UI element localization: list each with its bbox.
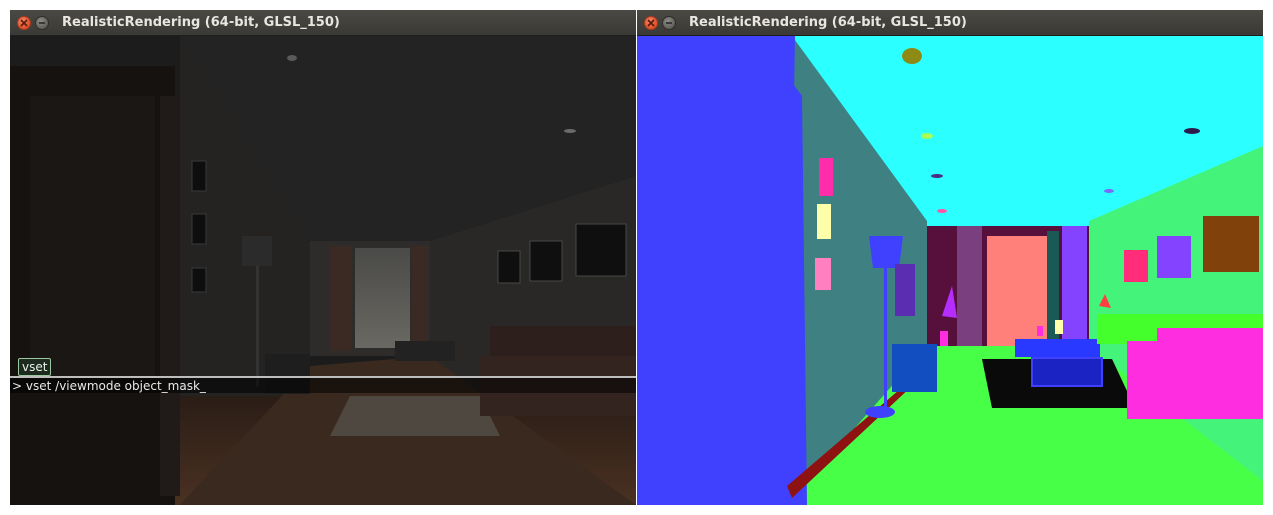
window-title: RealisticRendering (64-bit, GLSL_150) <box>62 15 340 30</box>
minimize-icon[interactable] <box>662 16 676 30</box>
autocomplete-suggestion[interactable]: vset <box>18 358 52 376</box>
console-command: vset /viewmode object_mask_ <box>25 379 206 393</box>
left-game-window[interactable]: RealisticRendering (64-bit, GLSL_150) vs… <box>10 10 636 505</box>
console-prompt: > <box>12 379 23 393</box>
window-titlebar[interactable]: RealisticRendering (64-bit, GLSL_150) <box>10 10 636 36</box>
object-mask-viewport[interactable] <box>637 36 1263 505</box>
lit-scene <box>10 36 636 505</box>
right-game-window[interactable]: RealisticRendering (64-bit, GLSL_150) <box>637 10 1263 505</box>
console-input[interactable]: > vset /viewmode object_mask_ <box>10 376 636 393</box>
object-mask-scene <box>637 36 1263 505</box>
minimize-icon[interactable] <box>35 16 49 30</box>
close-icon[interactable] <box>644 16 658 30</box>
window-title: RealisticRendering (64-bit, GLSL_150) <box>689 15 967 30</box>
window-titlebar[interactable]: RealisticRendering (64-bit, GLSL_150) <box>637 10 1263 36</box>
close-icon[interactable] <box>17 16 31 30</box>
lit-render-viewport[interactable]: vset > vset /viewmode object_mask_ <box>10 36 636 505</box>
